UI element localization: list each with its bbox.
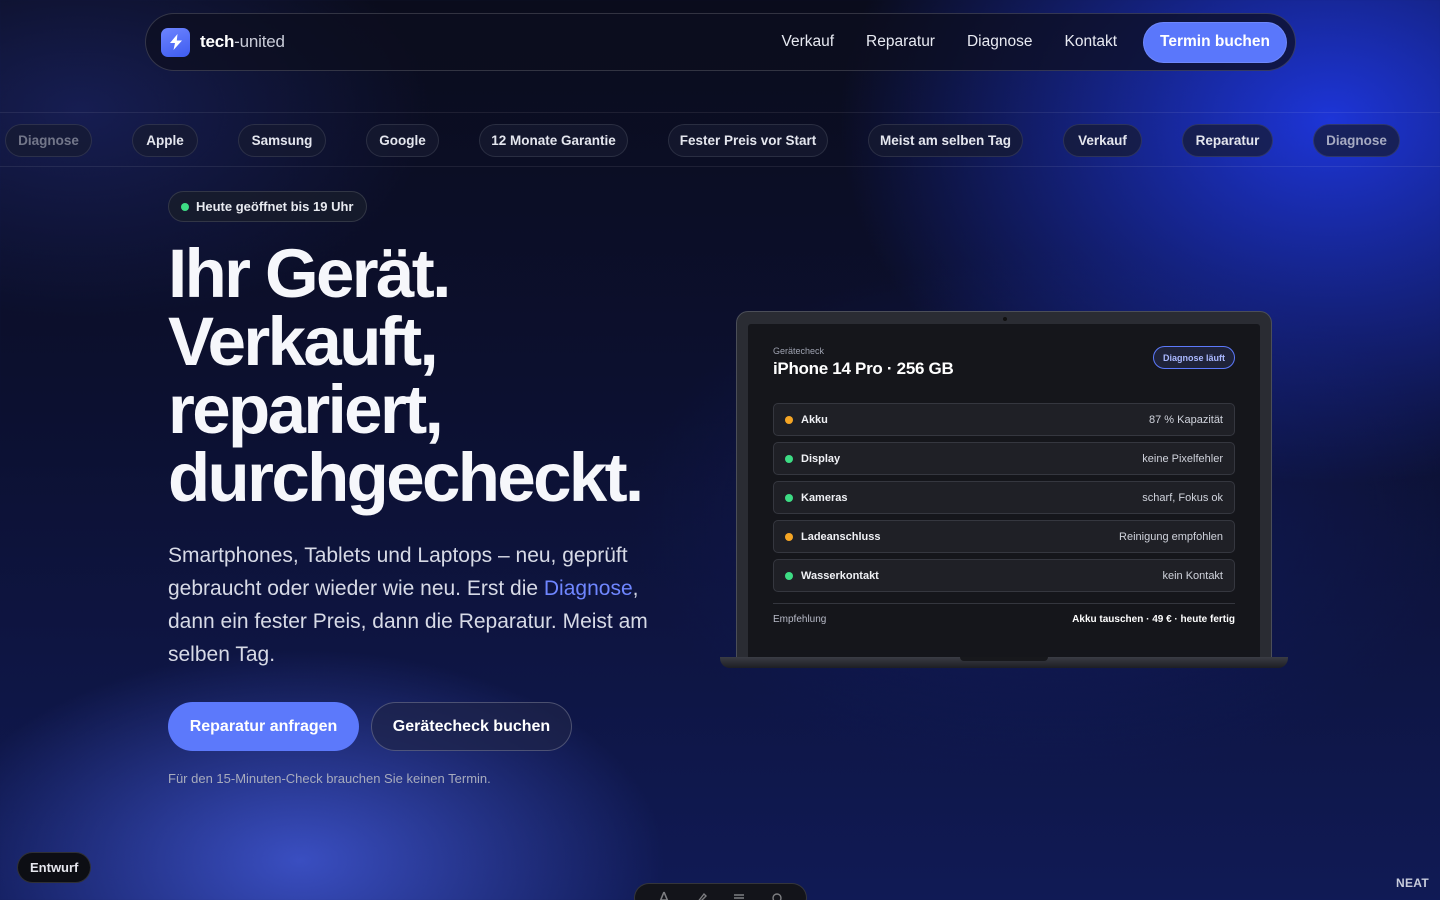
ticker-chip: Meist am selben Tag	[868, 124, 1023, 157]
neat-watermark: NEAT	[1396, 876, 1429, 890]
check-name: Ladeanschluss	[801, 530, 881, 543]
laptop-mockup: Gerätecheck iPhone 14 Pro · 256 GB Diagn…	[736, 311, 1272, 660]
hero-headline: Ihr Gerät. Verkauft, repariert, durchgec…	[168, 235, 728, 516]
diagnosis-status-badge: Diagnose läuft	[1152, 346, 1235, 369]
menu-icon[interactable]	[732, 891, 746, 900]
check-name: Display	[801, 452, 841, 465]
camera-dot	[1003, 317, 1007, 321]
nav-link-verkauf[interactable]: Verkauf	[765, 33, 850, 51]
ticker-chip: Google	[366, 124, 439, 157]
editor-toolbar	[634, 883, 807, 900]
device-check-card: Gerätecheck iPhone 14 Pro · 256 GB Diagn…	[748, 324, 1260, 659]
check-name: Kameras	[801, 491, 848, 504]
ok-dot-icon	[785, 493, 793, 502]
ok-dot-icon	[785, 454, 793, 463]
check-row-wasserkontakt: Wasserkontakt kein Kontakt	[773, 559, 1235, 592]
check-value: kein Kontakt	[1162, 569, 1223, 582]
ticker-chip: Diagnose	[5, 124, 92, 157]
diagnose-link[interactable]: Diagnose	[544, 577, 633, 600]
top-navigation: tech-united Verkauf Reparatur Diagnose K…	[145, 13, 1296, 71]
check-name: Wasserkontakt	[801, 569, 879, 582]
warning-dot-icon	[785, 532, 793, 541]
recommendation-label: Empfehlung	[773, 614, 827, 625]
check-row-akku: Akku 87 % Kapazität	[773, 403, 1235, 436]
brand-logo[interactable]: tech-united	[161, 27, 285, 57]
text-tool-icon[interactable]	[657, 891, 671, 900]
headline-line: durchgecheckt.	[168, 439, 644, 516]
headline-line: Ihr Gerät.	[168, 235, 451, 312]
nav-links: Verkauf Reparatur Diagnose Kontakt Termi…	[765, 21, 1287, 63]
ticker-chip: Verkauf	[1063, 124, 1142, 157]
check-list: Akku 87 % Kapazität Display keine Pixelf…	[773, 403, 1235, 592]
opening-hours-text: Heute geöffnet bis 19 Uhr	[196, 199, 354, 214]
lightning-bolt-icon	[161, 27, 190, 57]
check-value: Reinigung empfohlen	[1119, 530, 1223, 543]
ticker-chip: Apple	[132, 124, 198, 157]
pen-tool-icon[interactable]	[695, 891, 709, 900]
check-row-ladeanschluss: Ladeanschluss Reinigung empfohlen	[773, 520, 1235, 553]
recommendation-row: Empfehlung Akku tauschen · 49 € · heute …	[773, 603, 1235, 625]
headline-line: repariert,	[168, 371, 444, 448]
ticker-chip: Samsung	[238, 124, 326, 157]
check-value: scharf, Fokus ok	[1142, 491, 1223, 504]
feature-ticker: Diagnose Apple Samsung Google 12 Monate …	[0, 112, 1440, 167]
warning-dot-icon	[785, 415, 793, 424]
laptop-notch	[960, 657, 1048, 661]
draft-badge[interactable]: Entwurf	[17, 852, 92, 883]
nav-link-diagnose[interactable]: Diagnose	[951, 33, 1049, 51]
ok-dot-icon	[785, 571, 793, 580]
nav-link-kontakt[interactable]: Kontakt	[1048, 33, 1133, 51]
request-repair-button[interactable]: Reparatur anfragen	[168, 702, 359, 751]
check-row-kameras: Kameras scharf, Fokus ok	[773, 481, 1235, 514]
hero-description: Smartphones, Tablets und Laptops – neu, …	[168, 544, 648, 666]
ticker-chip: Fester Preis vor Start	[668, 124, 828, 157]
ticker-chip: 12 Monate Garantie	[479, 124, 628, 157]
book-device-check-button[interactable]: Gerätecheck buchen	[371, 702, 572, 751]
status-dot-icon	[181, 202, 189, 211]
brand-name: tech-united	[200, 32, 285, 51]
opening-hours-badge: Heute geöffnet bis 19 Uhr	[168, 191, 368, 222]
ticker-chip: Diagnose	[1313, 124, 1400, 157]
check-value: keine Pixelfehler	[1142, 452, 1223, 465]
check-name: Akku	[801, 413, 828, 426]
ticker-chip: Reparatur	[1182, 124, 1273, 157]
check-row-display: Display keine Pixelfehler	[773, 442, 1235, 475]
check-value: 87 % Kapazität	[1149, 413, 1223, 426]
book-appointment-button[interactable]: Termin buchen	[1143, 21, 1287, 63]
settings-icon[interactable]	[770, 891, 784, 900]
no-appointment-note: Für den 15-Minuten-Check brauchen Sie ke…	[168, 771, 491, 786]
nav-link-reparatur[interactable]: Reparatur	[850, 33, 951, 51]
headline-line: Verkauft,	[168, 303, 439, 380]
recommendation-value: Akku tauschen · 49 € · heute fertig	[1072, 614, 1235, 625]
